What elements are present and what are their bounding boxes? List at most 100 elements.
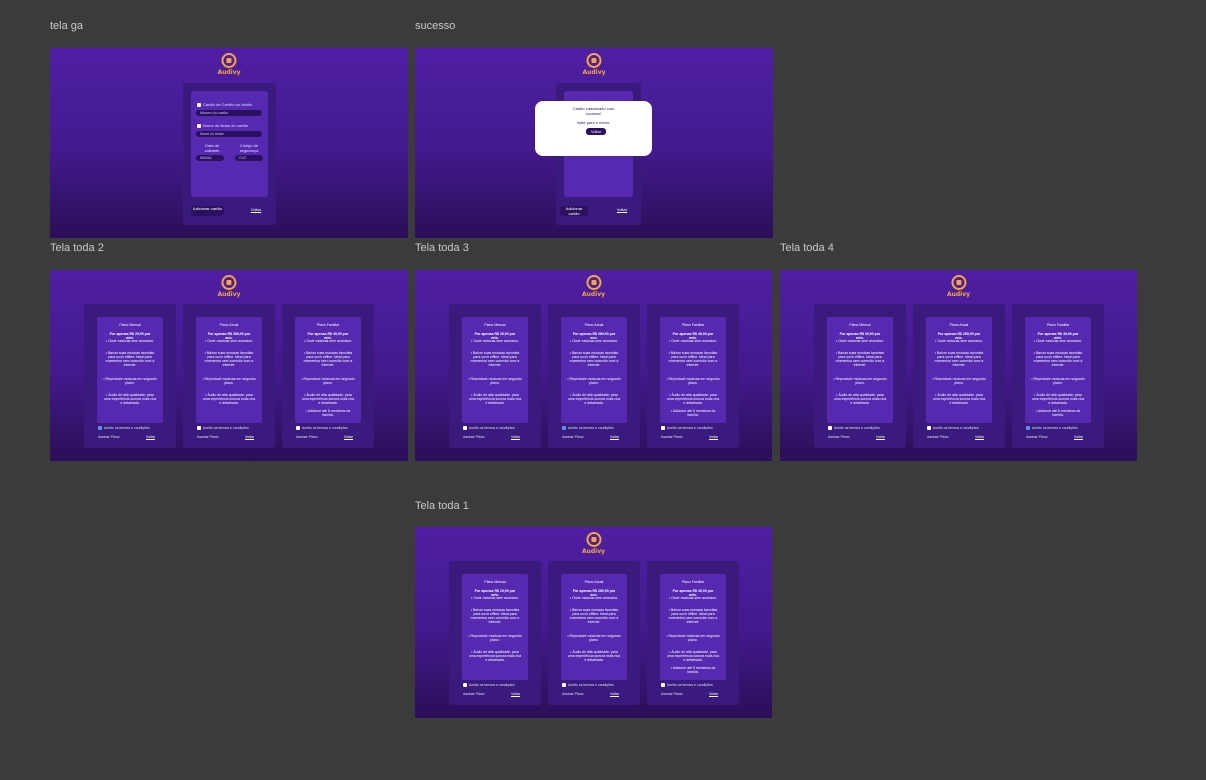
terms-row[interactable]: Aceito os termos e condições — [197, 426, 249, 431]
logo-text: Audivy — [217, 69, 241, 76]
subscribe-button[interactable]: Assinar Plano — [1026, 435, 1048, 439]
card-icon — [197, 103, 201, 107]
plan-feature: • Ouvir músicas sem anúncios. — [570, 596, 618, 600]
terms-checkbox[interactable] — [296, 426, 300, 431]
logo-text: Audivy — [581, 548, 606, 555]
terms-label: Aceito os termos e condições — [933, 426, 979, 430]
cvc-label: Código de segurança — [239, 143, 259, 153]
plan-feature: • Adicione até 5 membros da família. — [305, 409, 351, 417]
terms-checkbox[interactable] — [463, 426, 467, 431]
plan-feature: • Reproduzir músicas em segundo plano. — [932, 377, 986, 385]
terms-checkbox[interactable] — [463, 683, 467, 688]
terms-row[interactable]: Aceito os termos e condições — [463, 683, 515, 688]
plan-feature: • Baixar suas músicas favoritas para ouv… — [1033, 351, 1083, 367]
plan-feature: • Baixar suas músicas favoritas para ouv… — [668, 351, 718, 367]
subscribe-button[interactable]: Assinar Plano — [98, 435, 120, 439]
plan-feature: • Adicione até 5 membros da família. — [670, 666, 716, 674]
terms-checkbox[interactable] — [562, 683, 566, 688]
back-button[interactable]: Voltar — [511, 692, 520, 696]
cvc-field[interactable]: CVC — [235, 155, 263, 161]
back-button[interactable]: Voltar — [146, 435, 155, 439]
terms-row[interactable]: Aceito os termos e condições — [661, 683, 713, 688]
modal-back-button[interactable]: Voltar — [586, 128, 606, 135]
back-button[interactable]: Voltar — [1074, 435, 1083, 439]
logo-text: Audivy — [946, 291, 971, 298]
headphones-icon — [221, 275, 237, 290]
success-sub: Volte para o menu. — [576, 120, 611, 125]
terms-checkbox[interactable] — [1026, 426, 1030, 431]
subscribe-button[interactable]: Assinar Plano — [927, 435, 949, 439]
audivy-logo: Audivy — [582, 275, 605, 298]
terms-row[interactable]: Aceito os termos e condições — [661, 426, 713, 431]
plan-name: Plano Anual — [584, 580, 604, 584]
subscribe-button[interactable]: Assinar Plano — [661, 435, 683, 439]
plan-details: Plano Familiar Por apenas R$ 49,90 por mê… — [1025, 317, 1091, 423]
back-button[interactable]: Voltar — [511, 435, 520, 439]
terms-checkbox[interactable] — [562, 426, 566, 431]
plan-name: Plano Familiar — [681, 580, 705, 584]
subscribe-button[interactable]: Assinar Plano — [661, 692, 683, 696]
back-button[interactable]: Voltar — [709, 692, 718, 696]
plan-feature: • Áudio de alta qualidade, para uma expe… — [666, 650, 720, 662]
terms-checkbox[interactable] — [98, 426, 102, 431]
plan-card: Plano Mensal Por apenas R$ 29,90 por mês.… — [449, 304, 541, 448]
terms-row[interactable]: Aceito os termos e condições — [562, 426, 614, 431]
plan-details: Plano Anual Por apenas R$ 289,90 por ano.… — [926, 317, 992, 423]
terms-row[interactable]: Aceito os termos e condições — [296, 426, 348, 431]
back-button[interactable]: Voltar — [610, 692, 619, 696]
terms-label: Aceito os termos e condições — [203, 426, 249, 430]
subscribe-button[interactable]: Assinar Plano — [296, 435, 318, 439]
plan-card: Plano Mensal Por apenas R$ 29,90 por mês.… — [814, 304, 906, 448]
terms-row[interactable]: Aceito os termos e condições — [98, 426, 150, 431]
back-button[interactable]: Voltar — [245, 435, 254, 439]
terms-label: Aceito os termos e condições — [469, 683, 515, 687]
expiry-field[interactable]: MM/AA — [196, 155, 224, 161]
plan-name: Plano Familiar — [681, 323, 705, 327]
subscribe-button[interactable]: Assinar Plano — [197, 435, 219, 439]
plan-feature: • Reproduzir músicas em segundo plano. — [666, 634, 720, 642]
terms-row[interactable]: Aceito os termos e condições — [562, 683, 614, 688]
terms-row[interactable]: Aceito os termos e condições — [927, 426, 979, 431]
card-number-field[interactable]: Número do cartão — [196, 110, 262, 116]
plan-feature: • Ouvir músicas sem anúncios. — [836, 339, 884, 343]
plan-card: Plano Familiar Por apenas R$ 49,90 por mê… — [1012, 304, 1104, 448]
terms-checkbox[interactable] — [927, 426, 931, 431]
plan-details: Plano Anual Por apenas R$ 289,90 por ano.… — [196, 317, 262, 423]
frame-sucesso: Audivy Adicionar cartão Voltar Cartão ca… — [415, 48, 773, 238]
subscribe-button[interactable]: Assinar Plano — [562, 435, 584, 439]
back-button[interactable]: Voltar — [975, 435, 984, 439]
terms-checkbox[interactable] — [661, 426, 665, 431]
add-card-button[interactable]: Adicionar cartão — [191, 206, 224, 216]
subscribe-button[interactable]: Assinar Plano — [463, 692, 485, 696]
plan-details: Plano Familiar Por apenas R$ 49,90 por mê… — [660, 317, 726, 423]
audivy-logo: Audivy — [582, 532, 605, 555]
subscribe-button[interactable]: Assinar Plano — [828, 435, 850, 439]
plan-details: Plano Mensal Por apenas R$ 29,90 por mês.… — [462, 574, 528, 680]
terms-checkbox[interactable] — [661, 683, 665, 688]
back-button[interactable]: Voltar — [610, 435, 619, 439]
back-button[interactable]: Voltar — [611, 206, 633, 214]
subscribe-button[interactable]: Assinar Plano — [562, 692, 584, 696]
holder-label: Nome do titular do cartão — [203, 123, 248, 128]
back-button[interactable]: Voltar — [709, 435, 718, 439]
terms-row[interactable]: Aceito os termos e condições — [463, 426, 515, 431]
plan-feature: • Áudio de alta qualidade, para uma expe… — [202, 393, 256, 405]
back-button[interactable]: Voltar — [245, 206, 267, 214]
terms-row[interactable]: Aceito os termos e condições — [1026, 426, 1078, 431]
terms-checkbox[interactable] — [197, 426, 201, 431]
plan-feature: • Baixar suas músicas favoritas para ouv… — [303, 351, 353, 367]
terms-checkbox[interactable] — [828, 426, 832, 431]
holder-field[interactable]: Nome do titular — [196, 131, 262, 137]
audivy-logo: Audivy — [582, 53, 606, 76]
terms-row[interactable]: Aceito os termos e condições — [828, 426, 880, 431]
plan-name: Plano Mensal — [119, 323, 141, 327]
subscribe-button[interactable]: Assinar Plano — [463, 435, 485, 439]
plan-card: Plano Anual Por apenas R$ 289,90 por ano.… — [913, 304, 1005, 448]
frame-tela-ga: Audivy Cartão de Crédito ou débito Númer… — [50, 48, 408, 238]
user-icon — [197, 124, 201, 128]
back-button[interactable]: Voltar — [876, 435, 885, 439]
plan-feature: • Áudio de alta qualidade, para uma expe… — [567, 650, 621, 662]
add-card-button[interactable]: Adicionar cartão — [560, 206, 588, 216]
plan-name: Plano Mensal — [484, 323, 506, 327]
back-button[interactable]: Voltar — [344, 435, 353, 439]
